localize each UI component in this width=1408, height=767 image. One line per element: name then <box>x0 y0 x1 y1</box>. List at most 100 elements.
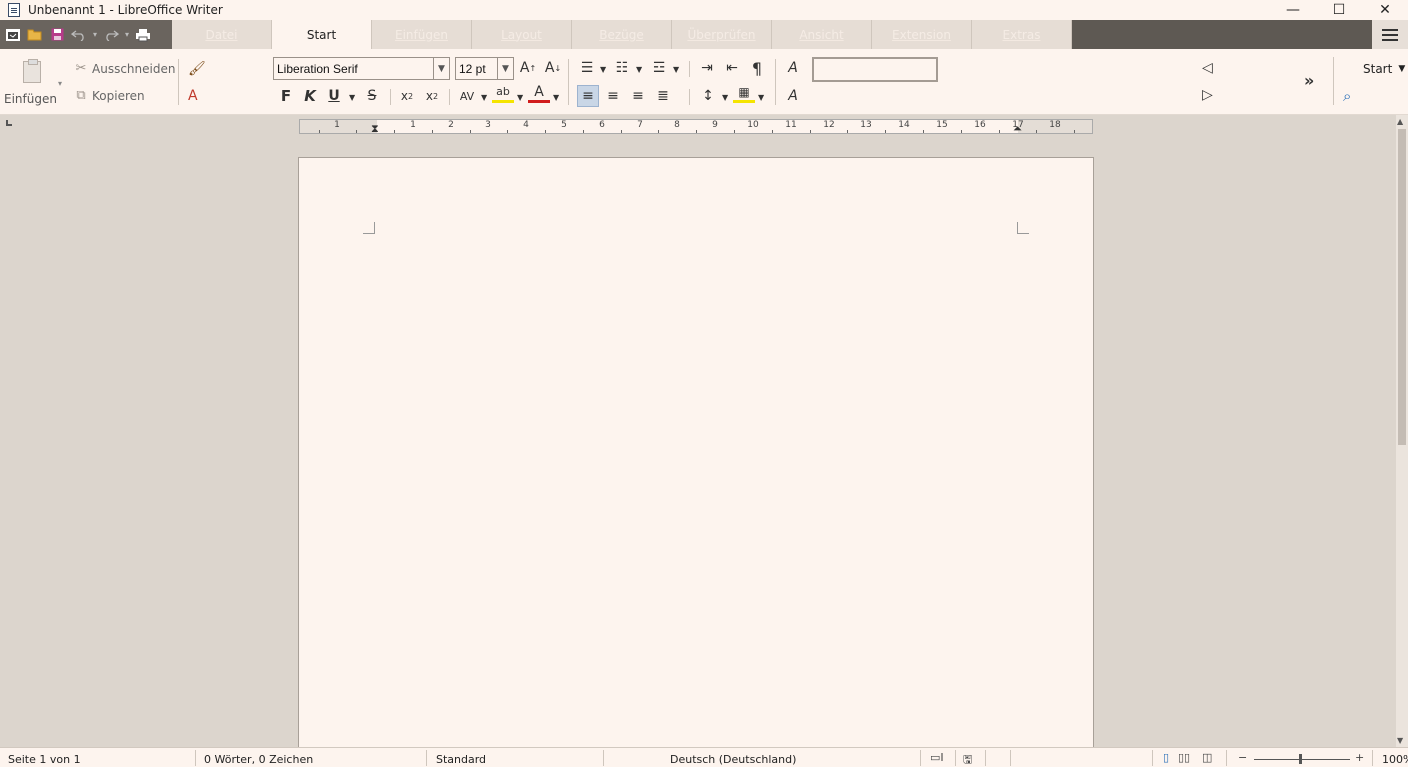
outline-list-icon[interactable]: ☲ <box>648 57 670 79</box>
font-color-dropdown-icon[interactable]: ▼ <box>553 93 559 102</box>
paragraph-style-box[interactable] <box>812 57 938 82</box>
numbered-dropdown-icon[interactable]: ▼ <box>636 65 642 74</box>
font-size-combobox[interactable]: 12 pt ▼ <box>455 57 514 80</box>
tab-bezuege[interactable]: Bezüge <box>572 20 672 49</box>
separator <box>1010 750 1011 766</box>
bullet-dropdown-icon[interactable]: ▼ <box>600 65 606 74</box>
line-spacing-icon[interactable]: ↕ <box>697 85 719 107</box>
paste-button[interactable]: Einfügen <box>4 59 57 111</box>
background-dropdown-icon[interactable]: ▼ <box>758 93 764 102</box>
tab-extras[interactable]: Extras <box>972 20 1072 49</box>
zoom-level[interactable]: 100% <box>1382 753 1408 766</box>
document-modified-icon[interactable]: 🖫 <box>963 751 972 767</box>
page-count[interactable]: Seite 1 von 1 <box>8 753 81 766</box>
zoom-slider[interactable] <box>1254 759 1350 760</box>
font-color-icon[interactable]: A <box>528 83 550 103</box>
character-spacing-icon[interactable]: AV <box>456 85 478 107</box>
chevron-down-icon[interactable]: ▼ <box>497 58 513 79</box>
language[interactable]: Deutsch (Deutschland) <box>670 753 796 766</box>
redo-dropdown-icon[interactable]: ▾ <box>122 24 132 46</box>
numbered-list-icon[interactable]: ☷ <box>611 57 633 79</box>
cut-button[interactable]: ✂ Ausschneiden <box>74 61 176 76</box>
open-icon[interactable] <box>24 24 46 46</box>
left-indent-marker[interactable]: ⧗ <box>371 122 381 136</box>
tab-datei[interactable]: Datei <box>172 20 272 49</box>
book-view-icon[interactable]: ◫ <box>1202 751 1212 764</box>
tab-start[interactable]: Start <box>272 20 372 49</box>
align-center-icon[interactable]: ≡ <box>602 85 624 107</box>
justify-icon[interactable]: ≣ <box>652 85 674 107</box>
increase-indent-icon[interactable]: ⇥ <box>696 57 718 79</box>
maximize-button[interactable]: ☐ <box>1316 0 1362 20</box>
undo-dropdown-icon[interactable]: ▾ <box>90 24 100 46</box>
formatting-marks-icon[interactable]: ¶ <box>746 57 768 79</box>
decrease-indent-icon[interactable]: ⇤ <box>721 57 743 79</box>
minimize-button[interactable]: — <box>1270 0 1316 20</box>
start-center-icon[interactable] <box>2 24 24 46</box>
underline-dropdown-icon[interactable]: ▼ <box>349 93 355 102</box>
page-style[interactable]: Standard <box>436 753 486 766</box>
save-icon[interactable] <box>46 24 68 46</box>
document-page[interactable] <box>298 157 1094 747</box>
zoom-out-icon[interactable]: − <box>1238 751 1247 764</box>
chevron-right-icon[interactable]: ▷ <box>1202 87 1213 103</box>
zoom-slider-thumb[interactable] <box>1299 754 1302 764</box>
paste-dropdown-icon[interactable]: ▾ <box>58 79 62 88</box>
tab-extension[interactable]: Extension <box>872 20 972 49</box>
scroll-up-icon[interactable]: ▲ <box>1397 117 1403 126</box>
strikethrough-button[interactable]: S <box>361 85 383 107</box>
print-icon[interactable] <box>132 24 154 46</box>
tab-ueberpruefen[interactable]: Überprüfen <box>672 20 772 49</box>
horizontal-ruler[interactable]: 1 1 2 3 4 5 6 7 8 9 10 11 12 13 14 15 16… <box>299 119 1093 136</box>
shrink-font-icon[interactable]: A ↓ <box>542 57 564 79</box>
word-count[interactable]: 0 Wörter, 0 Zeichen <box>204 753 313 766</box>
ruler-tick <box>507 130 508 133</box>
vertical-scrollbar[interactable]: ▲ ▼ <box>1396 115 1408 747</box>
paragraph-background-icon[interactable]: ▦ <box>733 83 755 103</box>
right-indent-marker[interactable]: ⏶ <box>1013 122 1023 136</box>
multi-page-view-icon[interactable]: ▯▯ <box>1178 751 1190 764</box>
close-button[interactable]: ✕ <box>1362 0 1408 20</box>
ruler-number: 12 <box>823 120 835 130</box>
redo-icon[interactable] <box>100 24 122 46</box>
spacing-dropdown-icon[interactable]: ▼ <box>481 93 487 102</box>
paragraph-style-icon[interactable]: A <box>782 57 804 79</box>
subscript-icon[interactable]: x2 <box>396 85 418 107</box>
copy-button[interactable]: ⧉ Kopieren <box>74 88 144 103</box>
clear-formatting-icon[interactable]: A <box>188 88 198 104</box>
tab-label: Extras <box>1002 27 1041 42</box>
tab-stop-type-icon[interactable] <box>6 120 12 126</box>
more-options-icon[interactable]: » <box>1304 71 1314 90</box>
insert-mode-icon[interactable]: ▭I <box>930 751 944 764</box>
grow-font-icon[interactable]: A ↑ <box>517 57 539 79</box>
highlight-dropdown-icon[interactable]: ▼ <box>517 93 523 102</box>
single-page-view-icon[interactable]: ▯ <box>1163 751 1169 764</box>
superscript-icon[interactable]: x2 <box>421 85 443 107</box>
search-icon[interactable]: ⌕ <box>1343 87 1351 105</box>
line-spacing-dropdown-icon[interactable]: ▼ <box>722 93 728 102</box>
align-right-icon[interactable]: ≡ <box>627 85 649 107</box>
scrollbar-thumb[interactable] <box>1398 129 1406 445</box>
align-left-icon[interactable]: ≡ <box>577 85 599 107</box>
highlighting-icon[interactable]: ab <box>492 83 514 103</box>
update-style-icon[interactable]: A <box>782 85 804 107</box>
undo-icon[interactable] <box>68 24 90 46</box>
tab-layout[interactable]: Layout <box>472 20 572 49</box>
menu-button[interactable] <box>1372 20 1408 49</box>
zoom-in-icon[interactable]: + <box>1355 751 1364 764</box>
bullet-list-icon[interactable]: ☰ <box>576 57 598 79</box>
chevron-left-icon[interactable]: ◁ <box>1202 60 1213 76</box>
tab-einfuegen[interactable]: Einfügen <box>372 20 472 49</box>
notebookbar-mode-dropdown[interactable]: Start ▼ <box>1363 62 1405 76</box>
italic-button[interactable]: K <box>299 85 321 107</box>
font-name-combobox[interactable]: Liberation Serif ▼ <box>273 57 450 80</box>
outline-dropdown-icon[interactable]: ▼ <box>673 65 679 74</box>
ruler-number: 9 <box>712 120 718 130</box>
chevron-down-icon[interactable]: ▼ <box>433 58 449 79</box>
tab-ansicht[interactable]: Ansicht <box>772 20 872 49</box>
text-boundary-top-right <box>1017 222 1029 234</box>
clone-formatting-icon[interactable]: 🖌 <box>188 61 206 77</box>
scroll-down-icon[interactable]: ▼ <box>1397 736 1403 745</box>
underline-button[interactable]: U <box>323 85 345 107</box>
bold-button[interactable]: F <box>275 85 297 107</box>
